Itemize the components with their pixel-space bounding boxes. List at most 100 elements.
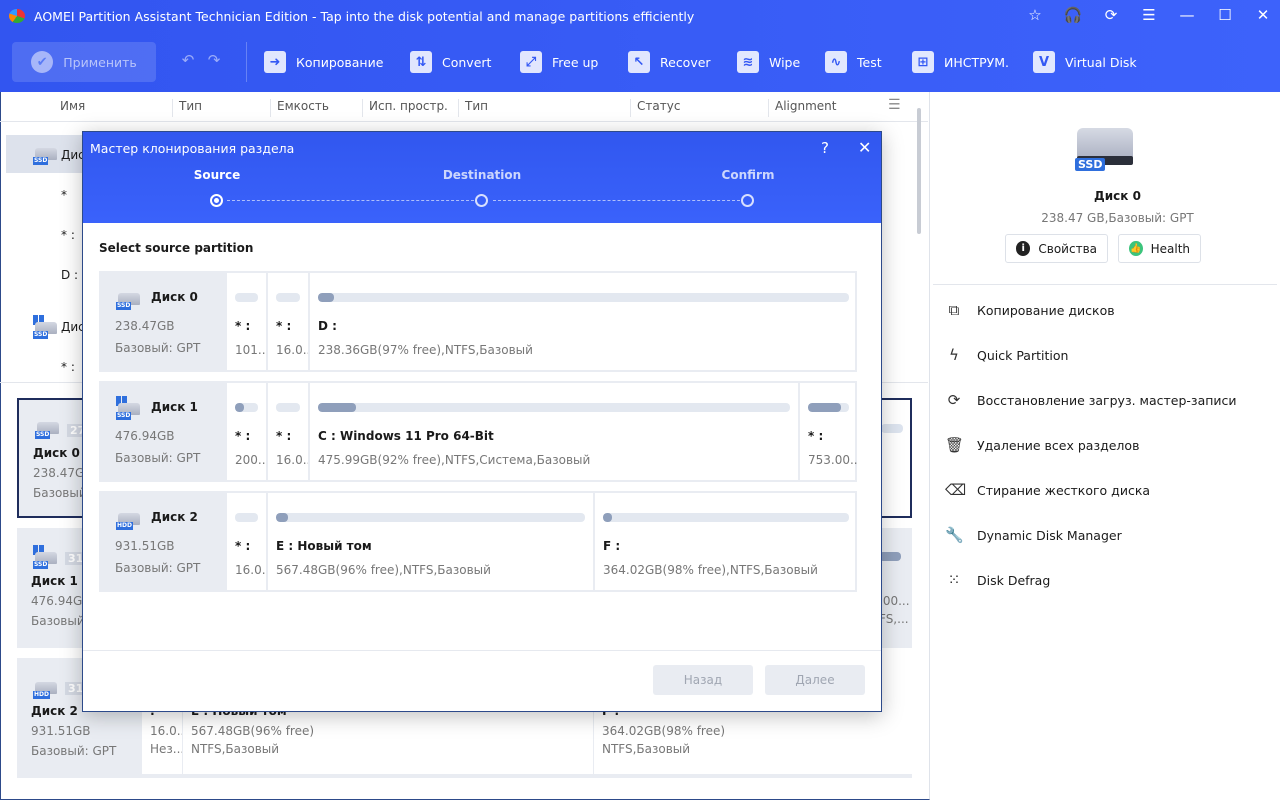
toolbar-expand-button[interactable]: ⤢ Free up — [520, 42, 598, 82]
partition-info: .00... — [879, 594, 910, 608]
thumbs-up-icon: 👍 — [1129, 241, 1143, 256]
action-wrench[interactable]: 🔧 Dynamic Disk Manager — [945, 526, 1122, 544]
column-header-item[interactable]: Alignment — [768, 99, 836, 117]
disk-name: Диск 1 — [151, 400, 198, 414]
action-disk-copy[interactable]: ⧉ Копирование дисков — [945, 301, 1115, 319]
ssd-disk-icon: SSD — [33, 148, 57, 166]
dialog-close-button[interactable]: ✕ — [858, 138, 871, 157]
disk-summary[interactable]: SSD Диск 1 476.94GB Базовый: GPT — [101, 383, 225, 480]
wrench-icon: 🔧 — [945, 526, 964, 544]
apply-button[interactable]: ✔ Применить — [12, 42, 156, 82]
partition-info: 16.0... — [276, 453, 308, 467]
ssd-disk-icon: SSD — [116, 396, 140, 421]
properties-label: Свойства — [1038, 241, 1097, 256]
source-partition[interactable]: C : Windows 11 Pro 64-Bit 475.99GB(92% fr… — [308, 383, 798, 480]
hdd-disk-icon: HDD — [116, 513, 140, 531]
tree-partition[interactable]: * — [61, 188, 67, 202]
toolbar-tools-button[interactable]: ⊞ ИНСТРУМ. — [912, 42, 1009, 82]
close-button[interactable]: ✕ — [1251, 6, 1275, 24]
column-header-item[interactable]: Емкость — [270, 99, 329, 117]
step-destination: Destination — [442, 168, 522, 182]
action-label: Стирание жесткого диска — [977, 482, 1151, 498]
column-header-item[interactable]: Исп. простр. — [362, 99, 448, 117]
tree-partition[interactable]: * : — [61, 360, 75, 374]
toolbar-label: Recover — [660, 54, 711, 70]
toolbar-recover-button[interactable]: ↖ Recover — [628, 42, 711, 82]
help-button[interactable]: ? — [821, 139, 829, 157]
disk-size: 238.47GB — [115, 319, 175, 333]
action-label: Копирование дисков — [977, 302, 1115, 318]
dialog-heading: Select source partition — [99, 241, 254, 255]
scrollbar[interactable] — [917, 108, 921, 234]
disk-name: Диск 2 — [31, 704, 78, 718]
toolbar-virtual-disk-button[interactable]: V Virtual Disk — [1033, 42, 1137, 82]
minimize-button[interactable]: — — [1175, 6, 1199, 24]
column-header-item[interactable]: Имя — [54, 99, 85, 117]
tree-partition[interactable]: D : — [61, 268, 78, 282]
partition-info: 364.02GB(98% free),NTFS,Базовый — [603, 563, 818, 577]
action-eraser[interactable]: ⌫ Стирание жесткого диска — [945, 481, 1150, 499]
usage-bar — [276, 293, 300, 302]
source-partition[interactable]: * : 753.00... — [798, 383, 857, 480]
source-partition[interactable]: D : 238.36GB(97% free),NTFS,Базовый — [308, 273, 857, 370]
toolbar-label: Convert — [442, 54, 492, 70]
health-button[interactable]: 👍 Health — [1118, 234, 1201, 263]
action-trash[interactable]: 🗑 Удаление всех разделов — [945, 436, 1139, 454]
column-header-item[interactable]: Тип — [458, 99, 488, 117]
back-button[interactable]: Назад — [653, 665, 753, 695]
source-partition[interactable]: E : Новый том 567.48GB(96% free),NTFS,Баз… — [266, 493, 593, 590]
next-button[interactable]: Далее — [765, 665, 865, 695]
usage-bar — [318, 403, 790, 412]
disk-type: Базовый: GPT — [115, 341, 201, 355]
source-partition[interactable]: * : 16.0... — [266, 273, 308, 370]
partition-info: 16.0... — [276, 343, 308, 357]
trash-icon: 🗑 — [945, 436, 965, 454]
usage-bar — [235, 403, 258, 412]
disk-name: Диск 2 — [151, 510, 198, 524]
source-disk-row: HDDДиск 2931.51GBБазовый: GPT* :16.0...E… — [99, 491, 857, 592]
undo-icon[interactable]: ↶ — [176, 51, 200, 69]
redo-icon[interactable]: ↷ — [202, 51, 226, 69]
action-label: Quick Partition — [977, 347, 1069, 363]
action-rebuild-mbr[interactable]: ⟳ Восстановление загруз. мастер-записи — [945, 391, 1237, 409]
refresh-icon[interactable]: ⟳ — [1099, 6, 1123, 24]
action-label: Dynamic Disk Manager — [977, 527, 1122, 543]
tools-icon: ⊞ — [912, 51, 934, 73]
partition-info: 16.0... — [235, 563, 266, 577]
ssd-disk-icon: SSD — [33, 315, 57, 340]
toolbar-wipe-button[interactable]: ≋ Wipe — [737, 42, 800, 82]
headset-icon[interactable]: 🎧 — [1061, 6, 1085, 24]
menu-icon[interactable]: ☰ — [1137, 6, 1161, 24]
toolbar-label: Копирование — [296, 54, 384, 70]
column-settings-icon[interactable]: ☰ — [888, 97, 901, 113]
action-lightning[interactable]: ϟ Quick Partition — [945, 346, 1068, 364]
source-partition[interactable]: F : 364.02GB(98% free),NTFS,Базовый — [593, 493, 857, 590]
partition-info: 238.36GB(97% free),NTFS,Базовый — [318, 343, 533, 357]
source-partition[interactable]: * : 16.0... — [225, 493, 266, 590]
disk-size: 476.94GB — [115, 429, 175, 443]
disk-name: Диск 0 — [151, 290, 198, 304]
source-partition[interactable]: * : 16.0... — [266, 383, 308, 480]
eraser-icon: ⌫ — [945, 481, 967, 499]
source-partition[interactable]: * : 200... — [225, 383, 266, 480]
partition-label: * : — [808, 429, 824, 443]
disk-summary[interactable]: SSD Диск 0 238.47GB Базовый: GPT — [101, 273, 225, 370]
app-logo-icon — [9, 9, 25, 23]
toolbar-label: Free up — [552, 54, 599, 70]
step-confirm: Confirm — [721, 168, 775, 182]
clone-partition-dialog: Мастер клонирования раздела ? ✕ Source D… — [82, 131, 882, 712]
toolbar-pulse-button[interactable]: ∿ Test — [825, 42, 882, 82]
tree-partition[interactable]: * : — [61, 228, 75, 242]
star-icon[interactable]: ☆ — [1023, 6, 1047, 24]
toolbar-copy-button[interactable]: ➜ Копирование — [264, 42, 383, 82]
column-header-item[interactable]: Тип — [172, 99, 202, 117]
toolbar-convert-button[interactable]: ⇅ Convert — [410, 42, 491, 82]
maximize-button[interactable]: ☐ — [1213, 6, 1237, 24]
source-partition[interactable]: * : 101.... — [225, 273, 266, 370]
action-defrag[interactable]: ⁙ Disk Defrag — [945, 571, 1051, 589]
source-disk-row: SSDДиск 0238.47GBБазовый: GPT* :101....*… — [99, 271, 857, 372]
disk-summary[interactable]: HDD Диск 2 931.51GB Базовый: GPT — [101, 493, 225, 590]
partition-info: 567.48GB(96% free),NTFS,Базовый — [276, 563, 491, 577]
properties-button[interactable]: i Свойства — [1005, 234, 1108, 263]
column-header-item[interactable]: Статус — [630, 99, 680, 117]
